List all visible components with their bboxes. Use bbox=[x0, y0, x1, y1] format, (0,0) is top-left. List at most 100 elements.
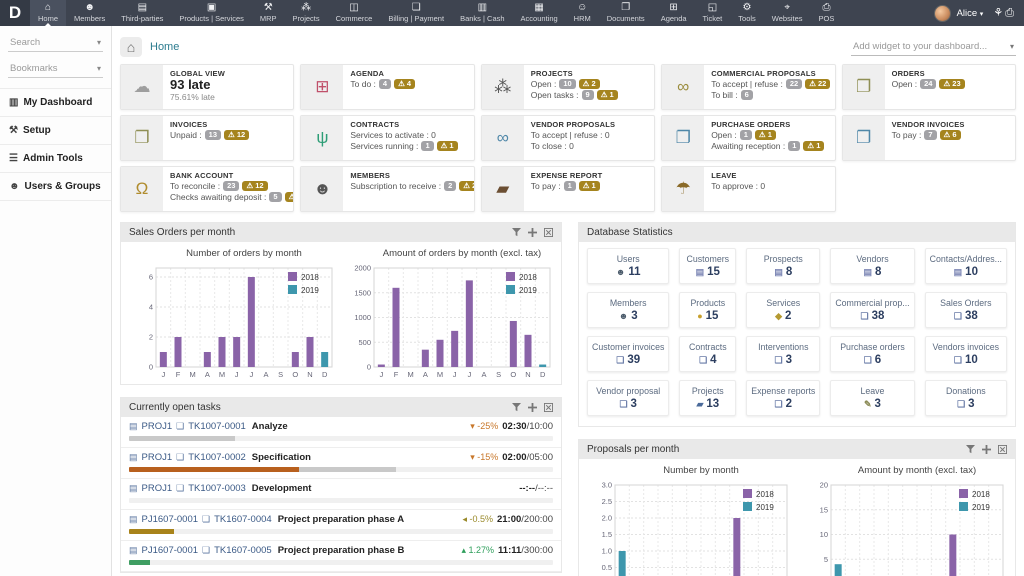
stat-customers[interactable]: Customers ▤ 15 bbox=[679, 248, 737, 284]
widget-commercial-proposals[interactable]: ∞ COMMERCIAL PROPOSALS To accept | refuse… bbox=[661, 64, 836, 110]
nav-item-projects[interactable]: ⁂ Projects bbox=[285, 0, 328, 26]
nav-item-home[interactable]: ⌂ Home bbox=[30, 0, 67, 27]
stat-interventions[interactable]: Interventions ❏ 3 bbox=[746, 336, 821, 372]
project-ref-link[interactable]: PJ1607-0001 bbox=[142, 514, 199, 525]
warning-badge[interactable]: ⚠ 1 bbox=[754, 130, 776, 140]
nav-item-pos[interactable]: ⎙ POS bbox=[811, 0, 843, 26]
count-badge[interactable]: 4 bbox=[378, 79, 392, 89]
nav-item-third-parties[interactable]: ▤ Third-parties bbox=[113, 0, 171, 26]
warning-badge[interactable]: ⚠ 2 bbox=[459, 181, 474, 191]
nav-item-commerce[interactable]: ◫ Commerce bbox=[328, 0, 381, 26]
task-ref-link[interactable]: TK1607-0004 bbox=[214, 514, 272, 525]
widget-projects[interactable]: ⁂ PROJECTS Open :10 ⚠ 2 Open tasks :9 ⚠ 1 bbox=[480, 64, 656, 110]
count-badge[interactable]: 5 bbox=[269, 192, 282, 202]
close-icon[interactable] bbox=[544, 228, 553, 237]
close-icon[interactable] bbox=[998, 445, 1007, 454]
widget-vendor-invoices[interactable]: ❐ VENDOR INVOICES To pay :7 ⚠ 6 bbox=[841, 115, 1016, 161]
nav-item-agenda[interactable]: ⊞ Agenda bbox=[653, 0, 695, 26]
count-badge[interactable]: 22 bbox=[785, 79, 803, 89]
nav-item-hrm[interactable]: ☺ HRM bbox=[566, 0, 599, 26]
count-badge[interactable]: 7 bbox=[924, 130, 937, 140]
avatar[interactable] bbox=[933, 4, 951, 22]
count-badge[interactable]: 23 bbox=[223, 181, 240, 191]
stat-leave[interactable]: Leave ✎ 3 bbox=[830, 380, 915, 416]
stat-expense-reports[interactable]: Expense reports ❏ 2 bbox=[746, 380, 821, 416]
widget-members[interactable]: ☻ MEMBERSSubscription to receive :2⚠ 2 bbox=[300, 166, 475, 212]
stat-members[interactable]: Members ☻ 3 bbox=[587, 292, 670, 328]
nav-item-mrp[interactable]: ⚒ MRP bbox=[252, 0, 285, 26]
nav-item-websites[interactable]: ⌖ Websites bbox=[764, 0, 811, 26]
widget-expense-report[interactable]: ▰ EXPENSE REPORT To pay :1 ⚠ 1 bbox=[480, 166, 656, 212]
stat-services[interactable]: Services ◆ 2 bbox=[746, 292, 821, 328]
warning-badge[interactable]: ⚠ 1 bbox=[596, 90, 618, 100]
stat-users[interactable]: Users ☻ 11 bbox=[587, 248, 670, 284]
stat-purchase-orders[interactable]: Purchase orders ❏ 6 bbox=[830, 336, 915, 372]
stat-customer-invoices[interactable]: Customer invoices ❏ 39 bbox=[587, 336, 670, 372]
sidebar-item-setup[interactable]: ⚒ Setup bbox=[0, 116, 111, 144]
move-icon[interactable] bbox=[528, 228, 537, 237]
nav-item-accounting[interactable]: ▦ Accounting bbox=[513, 0, 566, 26]
task-ref-link[interactable]: TK1007-0003 bbox=[188, 483, 246, 494]
stat-sales-orders[interactable]: Sales Orders ❏ 38 bbox=[924, 292, 1007, 328]
filter-icon[interactable] bbox=[512, 228, 521, 237]
dolibarr-logo[interactable]: D bbox=[0, 0, 30, 26]
project-ref-link[interactable]: PROJ1 bbox=[142, 452, 173, 463]
count-badge[interactable]: 10 bbox=[559, 79, 576, 89]
stat-donations[interactable]: Donations ❏ 3 bbox=[924, 380, 1007, 416]
widget-purchase-orders[interactable]: ❐ PURCHASE ORDERS Open :1 ⚠ 1 Awaiting rece… bbox=[661, 115, 836, 161]
warning-badge[interactable]: ⚠ 2 bbox=[578, 79, 600, 89]
stat-commercial-prop-[interactable]: Commercial prop... ❏ 38 bbox=[830, 292, 915, 328]
task-ref-link[interactable]: TK1007-0002 bbox=[188, 452, 246, 463]
warning-badge[interactable]: ⚠ 1 bbox=[803, 141, 825, 151]
warning-badge[interactable]: ⚠ 4 bbox=[394, 79, 416, 89]
stat-products[interactable]: Products ● 15 bbox=[679, 292, 737, 328]
nav-item-ticket[interactable]: ◱ Ticket bbox=[695, 0, 731, 26]
sidebar-item-my-dashboard[interactable]: ▥ My Dashboard bbox=[0, 88, 111, 116]
widget-bank-account[interactable]: Ω BANK ACCOUNT To reconcile :23 ⚠ 12 Checks… bbox=[120, 166, 295, 212]
filter-icon[interactable] bbox=[512, 403, 521, 412]
user-name[interactable]: Alice ▾ bbox=[957, 8, 984, 19]
count-badge[interactable]: 9 bbox=[581, 90, 594, 100]
warning-badge[interactable]: ⚠ 1 bbox=[578, 181, 600, 191]
count-badge[interactable]: 1 bbox=[739, 130, 752, 140]
nav-item-documents[interactable]: ❐ Documents bbox=[599, 0, 653, 26]
project-ref-link[interactable]: PROJ1 bbox=[142, 483, 173, 494]
task-ref-link[interactable]: TK1007-0001 bbox=[188, 421, 246, 432]
project-ref-link[interactable]: PROJ1 bbox=[142, 421, 173, 432]
widget-leave[interactable]: ☂ LEAVE To approve : 0 bbox=[661, 166, 836, 212]
stat-prospects[interactable]: Prospects ▤ 8 bbox=[746, 248, 821, 284]
close-icon[interactable] bbox=[544, 403, 553, 412]
widget-vendor-proposals[interactable]: ∞ VENDOR PROPOSALS To accept | refuse : 0… bbox=[480, 115, 656, 161]
count-badge[interactable]: 1 bbox=[421, 141, 434, 151]
nav-item-tools[interactable]: ⚙ Tools bbox=[730, 0, 764, 26]
warning-badge[interactable]: ⚠ 1 bbox=[436, 141, 458, 151]
count-badge[interactable]: 1 bbox=[563, 181, 576, 191]
bookmarks-select[interactable]: Bookmarks ▾ bbox=[8, 60, 103, 78]
warning-badge[interactable]: ⚠ 5 bbox=[284, 192, 294, 202]
move-icon[interactable] bbox=[982, 445, 991, 454]
count-badge[interactable]: 2 bbox=[444, 181, 457, 191]
widget-orders[interactable]: ❐ ORDERS Open :24 ⚠ 23 bbox=[841, 64, 1016, 110]
stat-contracts[interactable]: Contracts ❏ 4 bbox=[679, 336, 737, 372]
print-icon[interactable]: ⎙ bbox=[1005, 7, 1014, 19]
count-badge[interactable]: 13 bbox=[204, 130, 222, 140]
nav-item-billing-payment[interactable]: ❏ Billing | Payment bbox=[380, 0, 452, 26]
count-badge[interactable]: 6 bbox=[740, 90, 753, 100]
widget-contracts[interactable]: ψ CONTRACTS Services to activate : 0 Servi… bbox=[300, 115, 475, 161]
nav-item-products-services[interactable]: ▣ Products | Services bbox=[171, 0, 251, 26]
warning-badge[interactable]: ⚠ 12 bbox=[242, 181, 268, 191]
project-ref-link[interactable]: PJ1607-0001 bbox=[142, 545, 199, 556]
widget-global-view[interactable]: ☁ GLOBAL VIEW 93 late 75.61% late bbox=[120, 64, 295, 110]
sidebar-item-users-groups[interactable]: ☻ Users & Groups bbox=[0, 172, 111, 201]
stat-vendors[interactable]: Vendors ▤ 8 bbox=[830, 248, 915, 284]
move-icon[interactable] bbox=[528, 403, 537, 412]
filter-icon[interactable] bbox=[966, 445, 975, 454]
sidebar-item-admin-tools[interactable]: ☰ Admin Tools bbox=[0, 144, 111, 172]
widget-invoices[interactable]: ❐ INVOICES Unpaid :13 ⚠ 12 bbox=[120, 115, 295, 161]
count-badge[interactable]: 1 bbox=[788, 141, 801, 151]
warning-badge[interactable]: ⚠ 6 bbox=[939, 130, 961, 140]
nav-item-members[interactable]: ☻ Members bbox=[66, 0, 113, 26]
stat-contacts-addres-[interactable]: Contacts/Addres... ▤ 10 bbox=[924, 248, 1007, 284]
task-ref-link[interactable]: TK1607-0005 bbox=[214, 545, 272, 556]
nav-item-banks-cash[interactable]: ▥ Banks | Cash bbox=[452, 0, 512, 26]
